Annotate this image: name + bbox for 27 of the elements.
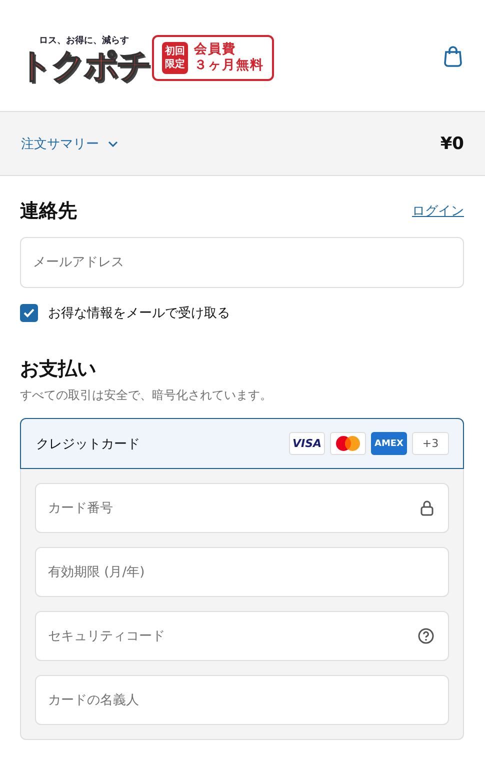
order-summary-toggle[interactable]: 注文サマリー [21, 134, 118, 152]
promo-text: 会員費 [194, 42, 236, 58]
payment-method-option[interactable]: クレジットカード VISA AMEX +3 [20, 418, 464, 469]
checkbox-label: お得な情報をメールで受け取る [48, 305, 230, 322]
section-heading: お支払い [20, 357, 97, 382]
check-icon [23, 308, 35, 318]
visa-logo: VISA [289, 432, 325, 455]
order-total: ¥0 [440, 134, 464, 154]
email-field[interactable]: メールアドレス [20, 237, 464, 288]
promo-text: ３ヶ月無料 [194, 58, 264, 74]
card-input-field[interactable]: 有効期限 (月/年) [35, 547, 449, 597]
card-input-field[interactable]: セキュリティコード [35, 611, 449, 661]
amex-logo: AMEX [371, 432, 407, 455]
help-icon [418, 628, 434, 644]
bag-icon[interactable] [443, 44, 463, 66]
logo-text: トクポチ [18, 49, 150, 83]
section-heading: 連絡先 [20, 199, 77, 224]
mastercard-logo [336, 436, 360, 451]
section-subtitle: すべての取引は安全で、暗号化されています。 [20, 387, 273, 404]
login-link[interactable]: ログイン [412, 202, 464, 220]
promo-badge: 初回 限定 [162, 42, 188, 74]
card-input-field[interactable]: カード番号 [35, 483, 449, 533]
checkbox[interactable] [20, 304, 38, 322]
card-input-field[interactable]: カードの名義人 [35, 675, 449, 725]
logo-tagline: ロス、お得に、減らす [39, 34, 129, 47]
lock-icon [420, 500, 434, 516]
more-brands-count: +3 [412, 432, 449, 455]
